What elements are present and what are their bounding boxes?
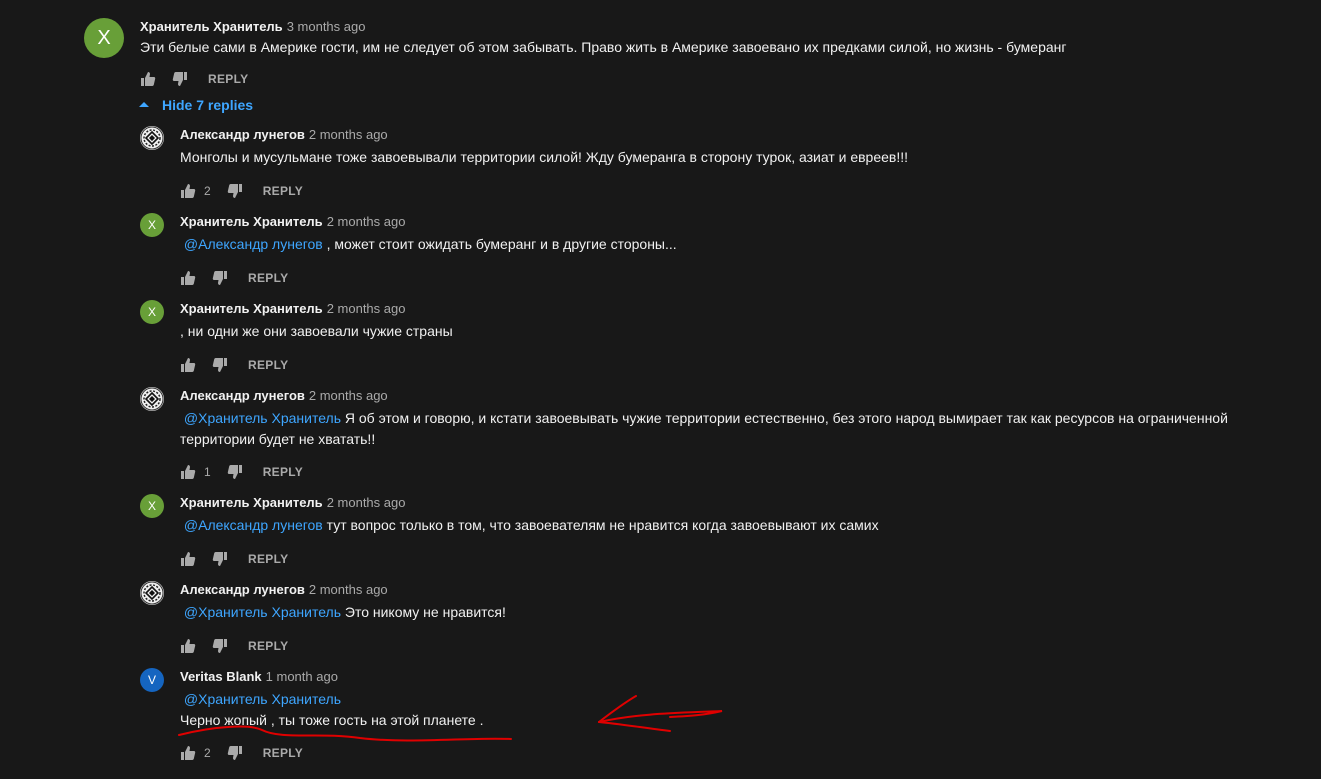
mention-link[interactable]: @Хранитель Хранитель — [184, 604, 341, 620]
like-count: 2 — [204, 184, 211, 198]
comment-text: @Александр лунегов тут вопрос только в т… — [180, 515, 1290, 536]
hide-replies-button[interactable]: Hide 7 replies — [139, 97, 253, 113]
avatar[interactable]: X — [140, 213, 164, 237]
timestamp[interactable]: 2 months ago — [309, 388, 388, 403]
comment-body: , ни одни же они завоевали чужие страны — [180, 323, 453, 339]
timestamp[interactable]: 2 months ago — [327, 214, 406, 229]
timestamp[interactable]: 2 months ago — [327, 495, 406, 510]
thumb-down-icon[interactable] — [212, 638, 228, 654]
avatar[interactable]: X — [84, 18, 124, 58]
timestamp[interactable]: 2 months ago — [309, 127, 388, 142]
reply-button[interactable]: REPLY — [208, 72, 248, 86]
thumb-up-icon[interactable] — [180, 551, 196, 567]
comment-actions: REPLY — [180, 636, 288, 656]
comment-body: Это никому не нравится! — [341, 604, 506, 620]
mention-link[interactable]: @Александр лунегов — [184, 236, 323, 252]
author-name[interactable]: Александр лунегов — [180, 582, 305, 597]
thumb-down-icon[interactable] — [227, 464, 243, 480]
author-name[interactable]: Хранитель Хранитель — [140, 19, 283, 34]
avatar-emblem-icon[interactable] — [140, 581, 164, 605]
mention-link[interactable]: @Александр лунегов — [184, 517, 323, 533]
comment-actions: REPLY — [180, 355, 288, 375]
reply-button[interactable]: REPLY — [248, 552, 288, 566]
reply-comment: X Хранитель Хранитель 2 months ago @Алекса… — [140, 213, 1300, 290]
thumb-up-icon[interactable] — [140, 71, 156, 87]
comment-text: Эти белые сами в Америке гости, им не сл… — [140, 39, 1067, 55]
thumb-down-icon[interactable] — [172, 71, 188, 87]
avatar[interactable]: V — [140, 668, 164, 692]
reply-button[interactable]: REPLY — [248, 271, 288, 285]
reply-button[interactable]: REPLY — [263, 746, 303, 760]
author-name[interactable]: Хранитель Хранитель — [180, 214, 323, 229]
reply-comment: Александр лунегов 2 months ago @Хранитель… — [140, 387, 1300, 484]
timestamp[interactable]: 3 months ago — [287, 19, 366, 34]
comment-body: Черно жопый , ты тоже гость на этой план… — [180, 712, 484, 728]
like-count: 1 — [204, 465, 211, 479]
comment-actions: REPLY — [180, 268, 288, 288]
comment-header: Хранитель Хранитель 2 months ago — [180, 213, 405, 231]
comment-actions: REPLY — [180, 549, 288, 569]
thumb-down-icon[interactable] — [227, 745, 243, 761]
reply-comment: Александр лунегов 2 months ago @Хранитель… — [140, 581, 1300, 658]
thumb-up-icon[interactable] — [180, 270, 196, 286]
reply-button[interactable]: REPLY — [248, 358, 288, 372]
comment-actions: 2 REPLY — [180, 743, 303, 763]
thumb-up-icon[interactable] — [180, 183, 196, 199]
avatar-emblem-icon[interactable] — [140, 126, 164, 150]
comment-text: @Хранитель Хранитель Я об этом и говорю,… — [180, 408, 1290, 450]
timestamp[interactable]: 1 month ago — [266, 669, 338, 684]
author-name[interactable]: Хранитель Хранитель — [180, 301, 323, 316]
reply-comment: Александр лунегов 2 months ago Монголы и м… — [140, 126, 1300, 203]
mention-link[interactable]: @Хранитель Хранитель — [184, 691, 341, 707]
comment-body: , может стоит ожидать бумеранг и в други… — [322, 236, 677, 252]
avatar[interactable]: X — [140, 300, 164, 324]
comment-header: Александр лунегов 2 months ago — [180, 126, 388, 144]
comment-thread: X Хранитель Хранитель 3 months ago Эти бе… — [0, 0, 1321, 779]
reply-button[interactable]: REPLY — [263, 465, 303, 479]
author-name[interactable]: Александр лунегов — [180, 388, 305, 403]
comment-header: Хранитель Хранитель 2 months ago — [180, 494, 405, 512]
like-count: 2 — [204, 746, 211, 760]
comment-text: @Хранитель Хранитель Черно жопый , ты тож… — [180, 689, 1290, 731]
comment-header: Хранитель Хранитель 2 months ago — [180, 300, 405, 318]
comment-header: Александр лунегов 2 months ago — [180, 581, 388, 599]
thumb-down-icon[interactable] — [227, 183, 243, 199]
comment-actions: 1 REPLY — [180, 462, 303, 482]
comment-body: тут вопрос только в том, что завоевателя… — [322, 517, 879, 533]
caret-up-icon — [139, 100, 149, 110]
reply-comment: X Хранитель Хранитель 2 months ago @Алекса… — [140, 494, 1300, 571]
author-name[interactable]: Хранитель Хранитель — [180, 495, 323, 510]
timestamp[interactable]: 2 months ago — [327, 301, 406, 316]
avatar-emblem-icon[interactable] — [140, 387, 164, 411]
comment-text: , ни одни же они завоевали чужие страны — [180, 321, 1290, 342]
author-name[interactable]: Александр лунегов — [180, 127, 305, 142]
thumb-up-icon[interactable] — [180, 464, 196, 480]
comment-text: @Александр лунегов , может стоит ожидать… — [180, 234, 1290, 255]
reply-button[interactable]: REPLY — [248, 639, 288, 653]
comment-text: @Хранитель Хранитель Это никому не нрави… — [180, 602, 1290, 623]
timestamp[interactable]: 2 months ago — [309, 582, 388, 597]
thumb-down-icon[interactable] — [212, 357, 228, 373]
thumb-up-icon[interactable] — [180, 745, 196, 761]
author-name[interactable]: Veritas Blank — [180, 669, 262, 684]
comment-actions: REPLY — [140, 69, 248, 89]
thumb-up-icon[interactable] — [180, 357, 196, 373]
comment-text: Монголы и мусульмане тоже завоевывали те… — [180, 147, 1290, 168]
comment-header: Хранитель Хранитель 3 months ago — [140, 18, 365, 36]
comment-header: Александр лунегов 2 months ago — [180, 387, 388, 405]
reply-comment: X Хранитель Хранитель 2 months ago , ни одн… — [140, 300, 1300, 377]
reply-comment: V Veritas Blank 1 month ago @Хранитель Хра… — [140, 668, 1300, 765]
comment-body: Монголы и мусульмане тоже завоевывали те… — [180, 149, 909, 165]
avatar[interactable]: X — [140, 494, 164, 518]
comment-actions: 2 REPLY — [180, 181, 303, 201]
thumb-down-icon[interactable] — [212, 551, 228, 567]
reply-button[interactable]: REPLY — [263, 184, 303, 198]
hide-replies-label: Hide 7 replies — [162, 97, 254, 113]
comment-header: Veritas Blank 1 month ago — [180, 668, 338, 686]
thumb-down-icon[interactable] — [212, 270, 228, 286]
thumb-up-icon[interactable] — [180, 638, 196, 654]
mention-link[interactable]: @Хранитель Хранитель — [184, 410, 341, 426]
